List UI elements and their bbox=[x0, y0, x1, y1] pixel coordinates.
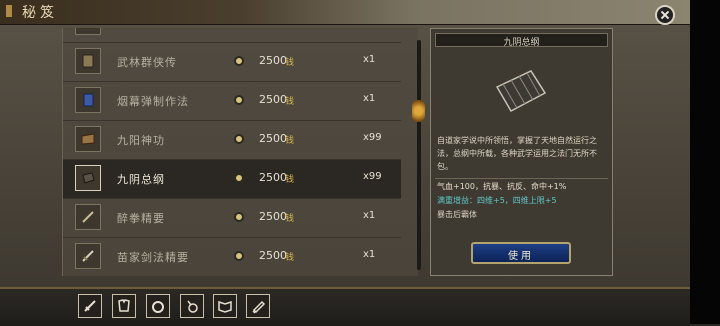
detail-bonus: 满重增益：四维+5，四维上限+5 bbox=[437, 196, 557, 205]
sword-icon bbox=[75, 243, 101, 269]
detail-title: 九阴总纲 bbox=[503, 38, 540, 48]
dagger-icon bbox=[75, 204, 101, 230]
armor-icon[interactable] bbox=[112, 294, 136, 318]
ring-icon[interactable] bbox=[146, 294, 170, 318]
item-quantity: x99 bbox=[363, 132, 382, 143]
currency-label: 钱 bbox=[285, 253, 295, 263]
item-quantity: x1 bbox=[363, 54, 376, 65]
screen-edge bbox=[690, 0, 720, 324]
bamboo-scroll-icon bbox=[495, 70, 547, 112]
item-quantity: x99 bbox=[363, 171, 382, 182]
item-name: 九阳神功 bbox=[117, 134, 165, 147]
coin-icon bbox=[234, 251, 244, 261]
list-item-selected[interactable]: 九阴总纲 2500 钱 x99 bbox=[63, 160, 401, 199]
bottom-toolbar bbox=[0, 287, 690, 326]
item-list[interactable]: 武林群侠传 2500 钱 x1 烟幕弹制作法 2500 钱 x1 九阳神功 25… bbox=[62, 28, 418, 276]
detail-panel: 九阴总纲 自道家学说中所领悟，掌握了天地自然运行之法，总纲中所载，各种武学运用之… bbox=[430, 28, 613, 276]
detail-stats: 气血+100，抗暴、抗反、命中+1% bbox=[437, 182, 567, 191]
use-button-label: 使用 bbox=[508, 251, 534, 262]
title-ornament-icon bbox=[6, 5, 12, 17]
item-price: 2500 bbox=[259, 93, 287, 106]
detail-extra: 暴击后霸体 bbox=[437, 210, 477, 219]
list-item[interactable]: 九阳神功 2500 钱 x99 bbox=[63, 121, 401, 160]
item-name: 九阴总纲 bbox=[117, 173, 165, 186]
coin-icon bbox=[234, 212, 244, 222]
currency-label: 钱 bbox=[285, 175, 295, 185]
title-bar: 秘笈 bbox=[0, 0, 690, 25]
item-quantity: x1 bbox=[363, 93, 376, 104]
blue-book-icon bbox=[75, 87, 101, 113]
list-item[interactable]: 醉拳精要 2500 钱 x1 bbox=[63, 199, 401, 238]
item-price: 2500 bbox=[259, 132, 287, 145]
item-price: 2500 bbox=[259, 171, 287, 184]
coin-icon bbox=[234, 56, 244, 66]
currency-label: 钱 bbox=[285, 214, 295, 224]
currency-label: 钱 bbox=[285, 97, 295, 107]
item-name: 醉拳精要 bbox=[117, 212, 165, 225]
list-item[interactable]: 武林群侠传 2500 钱 x1 bbox=[63, 43, 401, 82]
item-name: 武林群侠传 bbox=[117, 56, 177, 69]
currency-label: 钱 bbox=[285, 136, 295, 146]
currency-label: 钱 bbox=[285, 58, 295, 68]
detail-header: 九阴总纲 bbox=[435, 33, 608, 48]
scroll-knob[interactable] bbox=[412, 100, 425, 122]
book-icon[interactable] bbox=[213, 294, 237, 318]
close-button[interactable] bbox=[655, 5, 675, 25]
window-title: 秘笈 bbox=[22, 5, 58, 21]
detail-description: 自道家学说中所领悟，掌握了天地自然运行之法，总纲中所载，各种武学运用之法门无所不… bbox=[437, 136, 597, 171]
list-item-partial[interactable] bbox=[63, 28, 401, 43]
item-name: 苗家剑法精要 bbox=[117, 251, 189, 264]
scroll-icon[interactable] bbox=[246, 294, 270, 318]
bamboo-scroll-icon bbox=[75, 165, 101, 191]
book-icon bbox=[75, 48, 101, 74]
coin-icon bbox=[234, 95, 244, 105]
coin-icon bbox=[234, 173, 244, 183]
list-scrollbar[interactable] bbox=[417, 40, 421, 270]
sword-icon[interactable] bbox=[78, 294, 102, 318]
list-item[interactable]: 烟幕弹制作法 2500 钱 x1 bbox=[63, 82, 401, 121]
list-item[interactable]: 苗家剑法精要 2500 钱 x1 bbox=[63, 238, 401, 276]
item-price: 2500 bbox=[259, 249, 287, 262]
item-thumb bbox=[75, 28, 101, 35]
item-name: 烟幕弹制作法 bbox=[117, 95, 189, 108]
scroll-book-icon bbox=[75, 126, 101, 152]
item-quantity: x1 bbox=[363, 210, 376, 221]
coin-icon bbox=[234, 134, 244, 144]
item-quantity: x1 bbox=[363, 249, 376, 260]
divider bbox=[435, 178, 608, 179]
potion-icon[interactable] bbox=[180, 294, 204, 318]
item-price: 2500 bbox=[259, 210, 287, 223]
use-button[interactable]: 使用 bbox=[471, 242, 571, 264]
item-price: 2500 bbox=[259, 54, 287, 67]
